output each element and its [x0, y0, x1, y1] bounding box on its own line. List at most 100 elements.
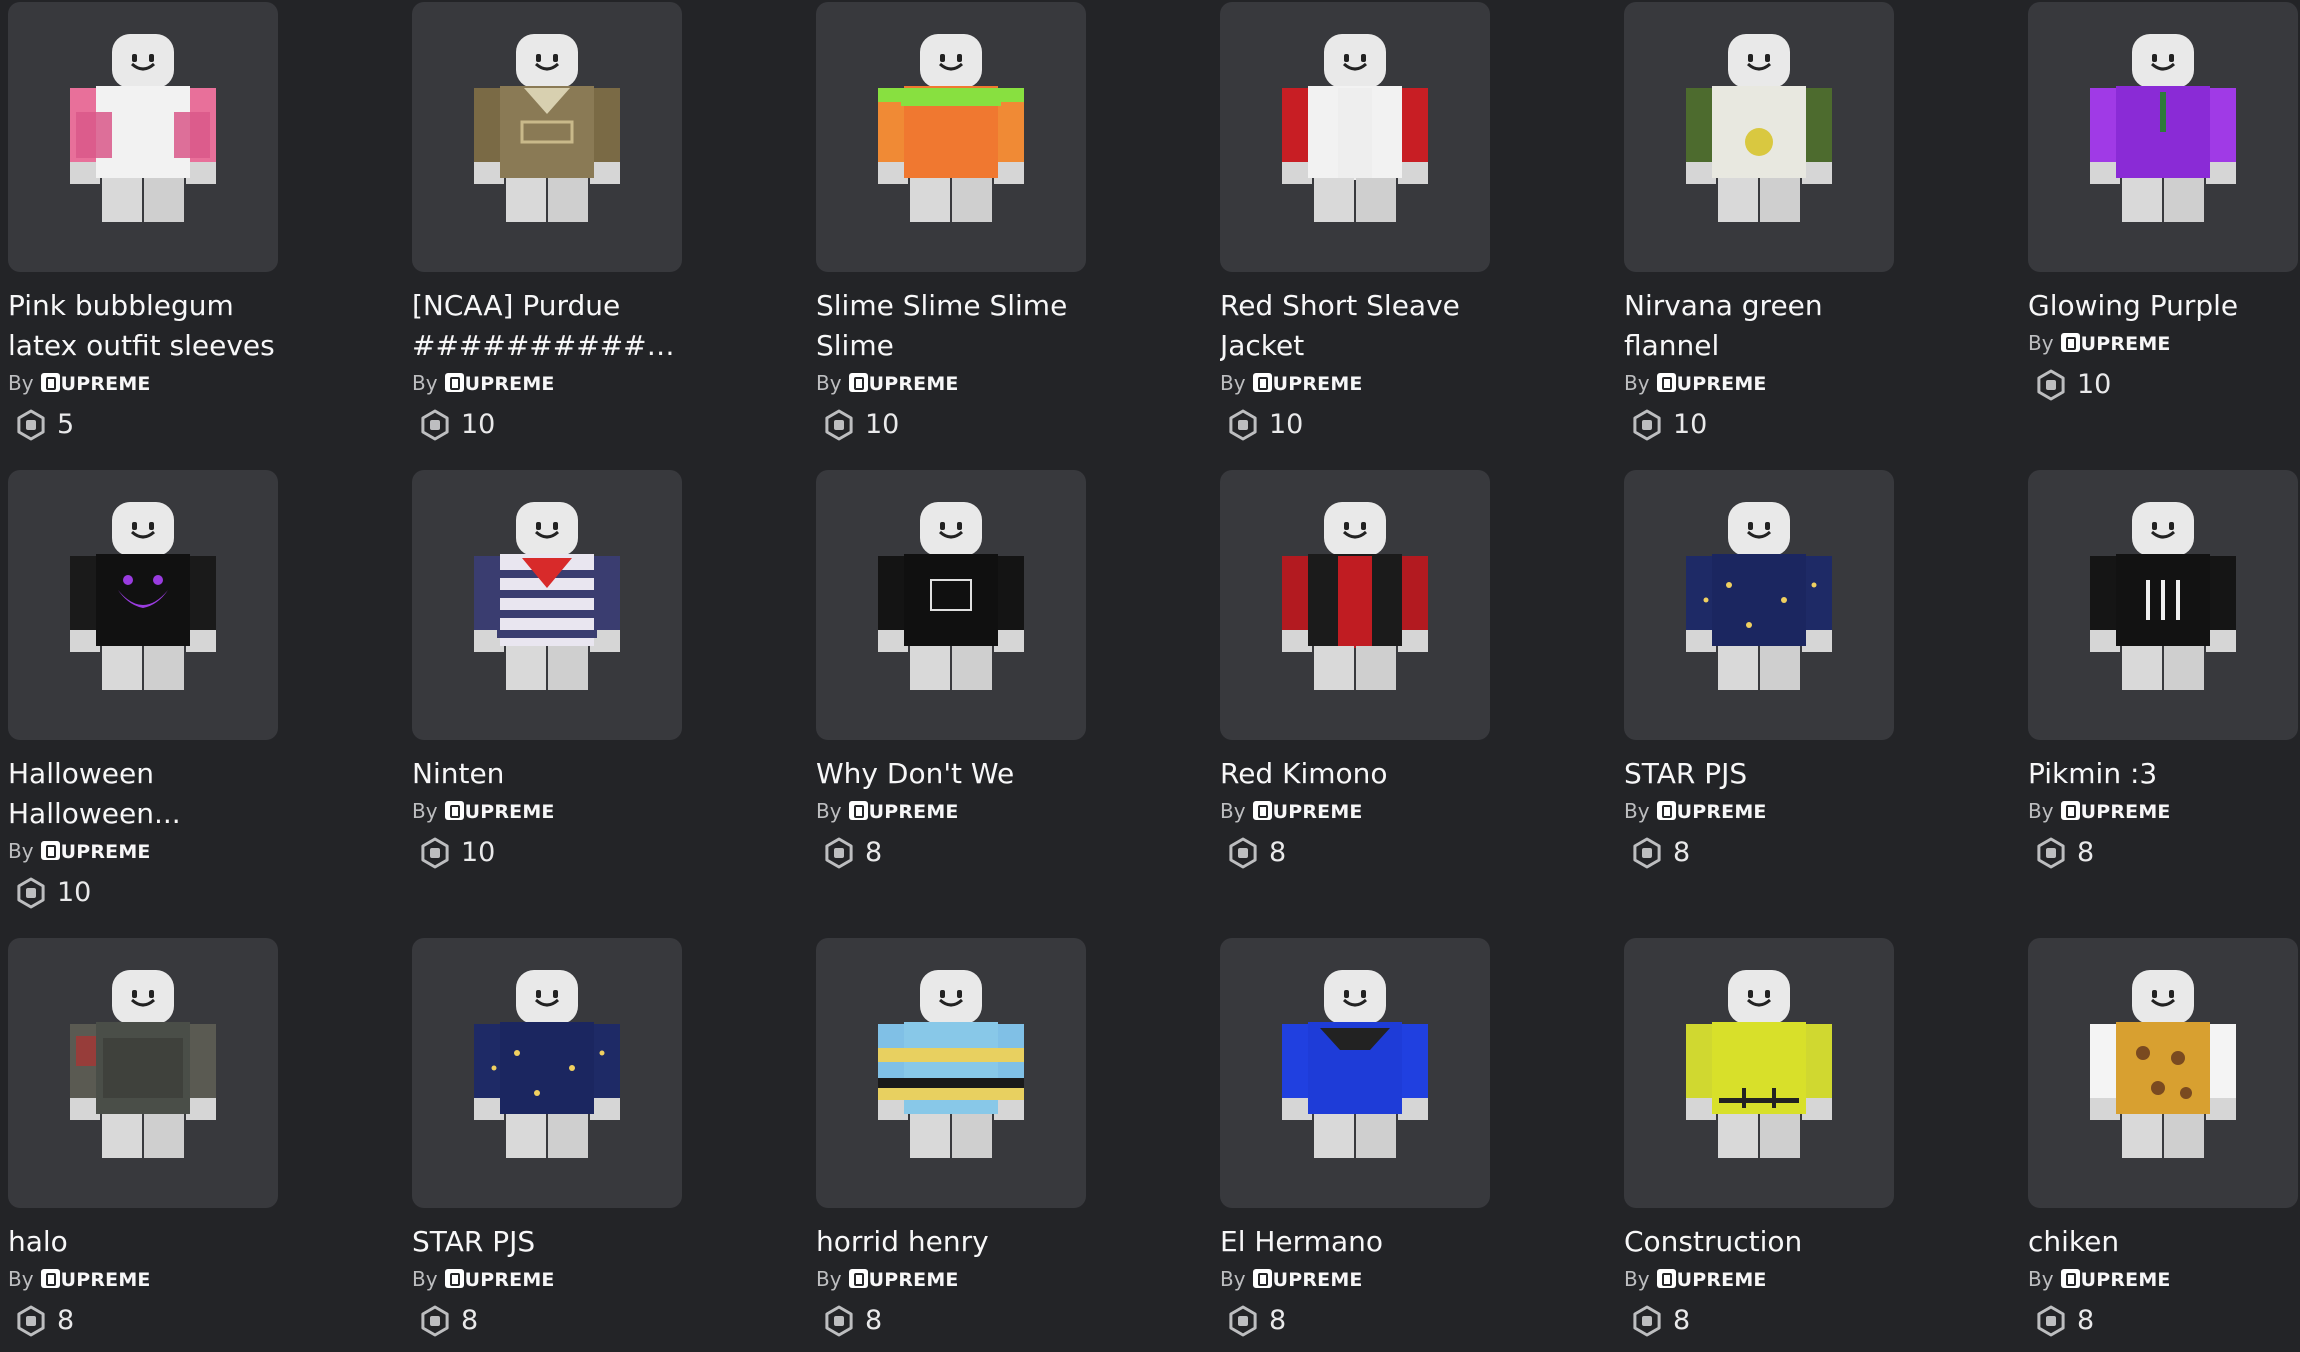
item-name[interactable]: Why Don't We	[816, 754, 1086, 794]
item-name[interactable]: STAR PJS	[412, 1222, 682, 1262]
creator-name[interactable]: UPREME	[869, 1269, 959, 1291]
creator-name[interactable]: UPREME	[61, 373, 151, 395]
price-row: 8	[1220, 832, 1490, 872]
item-thumbnail[interactable]	[1624, 2, 1894, 272]
item-thumbnail[interactable]	[8, 938, 278, 1208]
item-thumbnail[interactable]	[1220, 938, 1490, 1208]
item-thumbnail[interactable]	[816, 2, 1086, 272]
creator-name[interactable]: UPREME	[869, 373, 959, 395]
creator-name[interactable]: UPREME	[1273, 1269, 1363, 1291]
creator-name[interactable]: UPREME	[1677, 801, 1767, 823]
creator-name[interactable]: UPREME	[61, 841, 151, 863]
item-name[interactable]: halo	[8, 1222, 278, 1262]
catalog-grid: Pink bubblegum latex outfit sleeves By UPR…	[0, 0, 2300, 1336]
item-name[interactable]: Halloween Halloween...	[8, 754, 278, 834]
price-row: 10	[1624, 404, 1894, 444]
item-thumbnail[interactable]	[2028, 470, 2298, 740]
creator-byline: By UPREME	[2028, 328, 2298, 358]
price-row: 8	[8, 1300, 278, 1340]
item-thumbnail[interactable]	[1624, 470, 1894, 740]
creator-byline: By UPREME	[412, 796, 682, 826]
item-thumbnail[interactable]	[816, 938, 1086, 1208]
by-label: By	[1624, 1267, 1650, 1291]
item-name[interactable]: chiken	[2028, 1222, 2298, 1262]
by-label: By	[412, 1267, 438, 1291]
creator-name[interactable]: UPREME	[2081, 333, 2171, 355]
black-tee-shirt-icon	[878, 502, 1024, 690]
price-row: 10	[1220, 404, 1490, 444]
by-label: By	[816, 371, 842, 395]
robux-icon	[1631, 1305, 1663, 1337]
creator-byline: By UPREME	[1220, 368, 1490, 398]
by-label: By	[8, 1267, 34, 1291]
item-name[interactable]: Construction	[1624, 1222, 1894, 1262]
creator-byline: By UPREME	[2028, 1264, 2298, 1294]
item-thumbnail[interactable]	[2028, 938, 2298, 1208]
creator-byline: By UPREME	[8, 836, 278, 866]
robux-icon	[823, 409, 855, 441]
price-row: 10	[8, 872, 278, 912]
item-thumbnail[interactable]	[2028, 2, 2298, 272]
item-price: 8	[1269, 836, 1287, 868]
item-thumbnail[interactable]	[412, 2, 682, 272]
by-label: By	[1220, 1267, 1246, 1291]
creator-name[interactable]: UPREME	[61, 1269, 151, 1291]
item-name[interactable]: [NCAA] Purdue ##############...	[412, 286, 682, 366]
creator-name[interactable]: UPREME	[465, 373, 555, 395]
creator-name[interactable]: UPREME	[465, 801, 555, 823]
verified-badge-icon	[1656, 1269, 1676, 1288]
halloween-hoodie-shirt-icon	[70, 502, 216, 690]
item-thumbnail[interactable]	[412, 470, 682, 740]
by-label: By	[412, 371, 438, 395]
creator-name[interactable]: UPREME	[2081, 1269, 2171, 1291]
item-thumbnail[interactable]	[8, 2, 278, 272]
verified-badge-icon	[444, 801, 464, 820]
purple-suit-shirt-icon	[2090, 34, 2236, 222]
creator-name[interactable]: UPREME	[465, 1269, 555, 1291]
pink-sleeve-shirt-icon	[70, 34, 216, 222]
item-name[interactable]: STAR PJS	[1624, 754, 1894, 794]
nugget-vest-shirt-icon	[2090, 970, 2236, 1158]
creator-name[interactable]: UPREME	[1273, 801, 1363, 823]
by-label: By	[816, 799, 842, 823]
pikmin-tee-shirt-icon	[2090, 502, 2236, 690]
item-name[interactable]: Nirvana green flannel	[1624, 286, 1894, 366]
item-thumbnail[interactable]	[1220, 470, 1490, 740]
item-price: 8	[461, 1304, 479, 1336]
by-label: By	[8, 371, 34, 395]
item-name[interactable]: Pink bubblegum latex outfit sleeves	[8, 286, 278, 366]
item-name[interactable]: horrid henry	[816, 1222, 1086, 1262]
creator-name[interactable]: UPREME	[1677, 1269, 1767, 1291]
item-name[interactable]: Glowing Purple	[2028, 286, 2298, 326]
item-thumbnail[interactable]	[816, 470, 1086, 740]
item-thumbnail[interactable]	[412, 938, 682, 1208]
item-name[interactable]: Pikmin :3	[2028, 754, 2298, 794]
military-vest-shirt-icon	[474, 34, 620, 222]
creator-name[interactable]: UPREME	[869, 801, 959, 823]
robux-icon	[15, 409, 47, 441]
creator-name[interactable]: UPREME	[2081, 801, 2171, 823]
item-name[interactable]: El Hermano	[1220, 1222, 1490, 1262]
robux-icon	[1227, 409, 1259, 441]
verified-badge-icon	[444, 373, 464, 392]
item-name[interactable]: Red Kimono	[1220, 754, 1490, 794]
price-row: 10	[412, 832, 682, 872]
item-thumbnail[interactable]	[8, 470, 278, 740]
robux-icon	[1631, 837, 1663, 869]
item-name[interactable]: Slime Slime Slime Slime	[816, 286, 1086, 366]
robux-icon	[2035, 369, 2067, 401]
price-row: 8	[2028, 1300, 2298, 1340]
red-jacket-shirt-icon	[1282, 34, 1428, 222]
creator-name[interactable]: UPREME	[1677, 373, 1767, 395]
hi-vis-vest-shirt-icon	[1686, 970, 1832, 1158]
verified-badge-icon	[848, 373, 868, 392]
slime-shirt-icon	[878, 34, 1024, 222]
creator-name[interactable]: UPREME	[1273, 373, 1363, 395]
by-label: By	[8, 839, 34, 863]
robux-icon	[823, 1305, 855, 1337]
item-price: 10	[2077, 368, 2112, 400]
item-thumbnail[interactable]	[1220, 2, 1490, 272]
item-thumbnail[interactable]	[1624, 938, 1894, 1208]
item-name[interactable]: Ninten	[412, 754, 682, 794]
item-name[interactable]: Red Short Sleave Jacket	[1220, 286, 1490, 366]
